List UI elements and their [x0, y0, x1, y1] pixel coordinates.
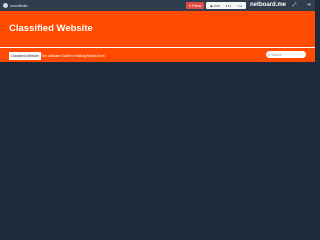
login-icon[interactable]: ⇥: [305, 2, 312, 9]
board-stats: ◉ 1730 ♥ 11 ▭ 0: [206, 2, 246, 9]
comments-stat: ▭ 0: [237, 4, 242, 8]
expand-icon[interactable]: ⤢: [291, 2, 298, 9]
board-content-area[interactable]: [0, 62, 315, 210]
search-box[interactable]: ⌕: [266, 51, 306, 58]
follow-button[interactable]: ♥ Follow: [186, 2, 204, 9]
nav-tab-classified-website[interactable]: Classified Website: [9, 52, 41, 60]
comments-count: 0: [240, 3, 243, 8]
likes-stat: ♥ 11: [226, 4, 231, 8]
username[interactable]: crocodiledev: [10, 4, 28, 8]
search-icon: ⌕: [268, 52, 271, 57]
site-header: Classified Website: [0, 11, 315, 47]
brand-logo[interactable]: netboard.me: [250, 1, 286, 10]
views-stat: ◉ 1730: [210, 4, 220, 8]
likes-count: 11: [227, 3, 232, 8]
views-count: 1730: [213, 3, 220, 8]
heart-icon: ♥: [188, 3, 191, 8]
page-title: Classified Website: [9, 23, 93, 34]
follow-label: Follow: [191, 3, 202, 8]
user-profile[interactable]: crocodiledev: [3, 3, 28, 8]
avatar[interactable]: [3, 3, 8, 8]
nav-tab-ultimate-guide[interactable]: The Ultimate Guide to Making Money from: [41, 52, 105, 60]
top-bar: crocodiledev ♥ Follow ◉ 1730 ♥ 11 ▭ 0 ne…: [0, 0, 315, 11]
search-input[interactable]: [271, 51, 304, 58]
